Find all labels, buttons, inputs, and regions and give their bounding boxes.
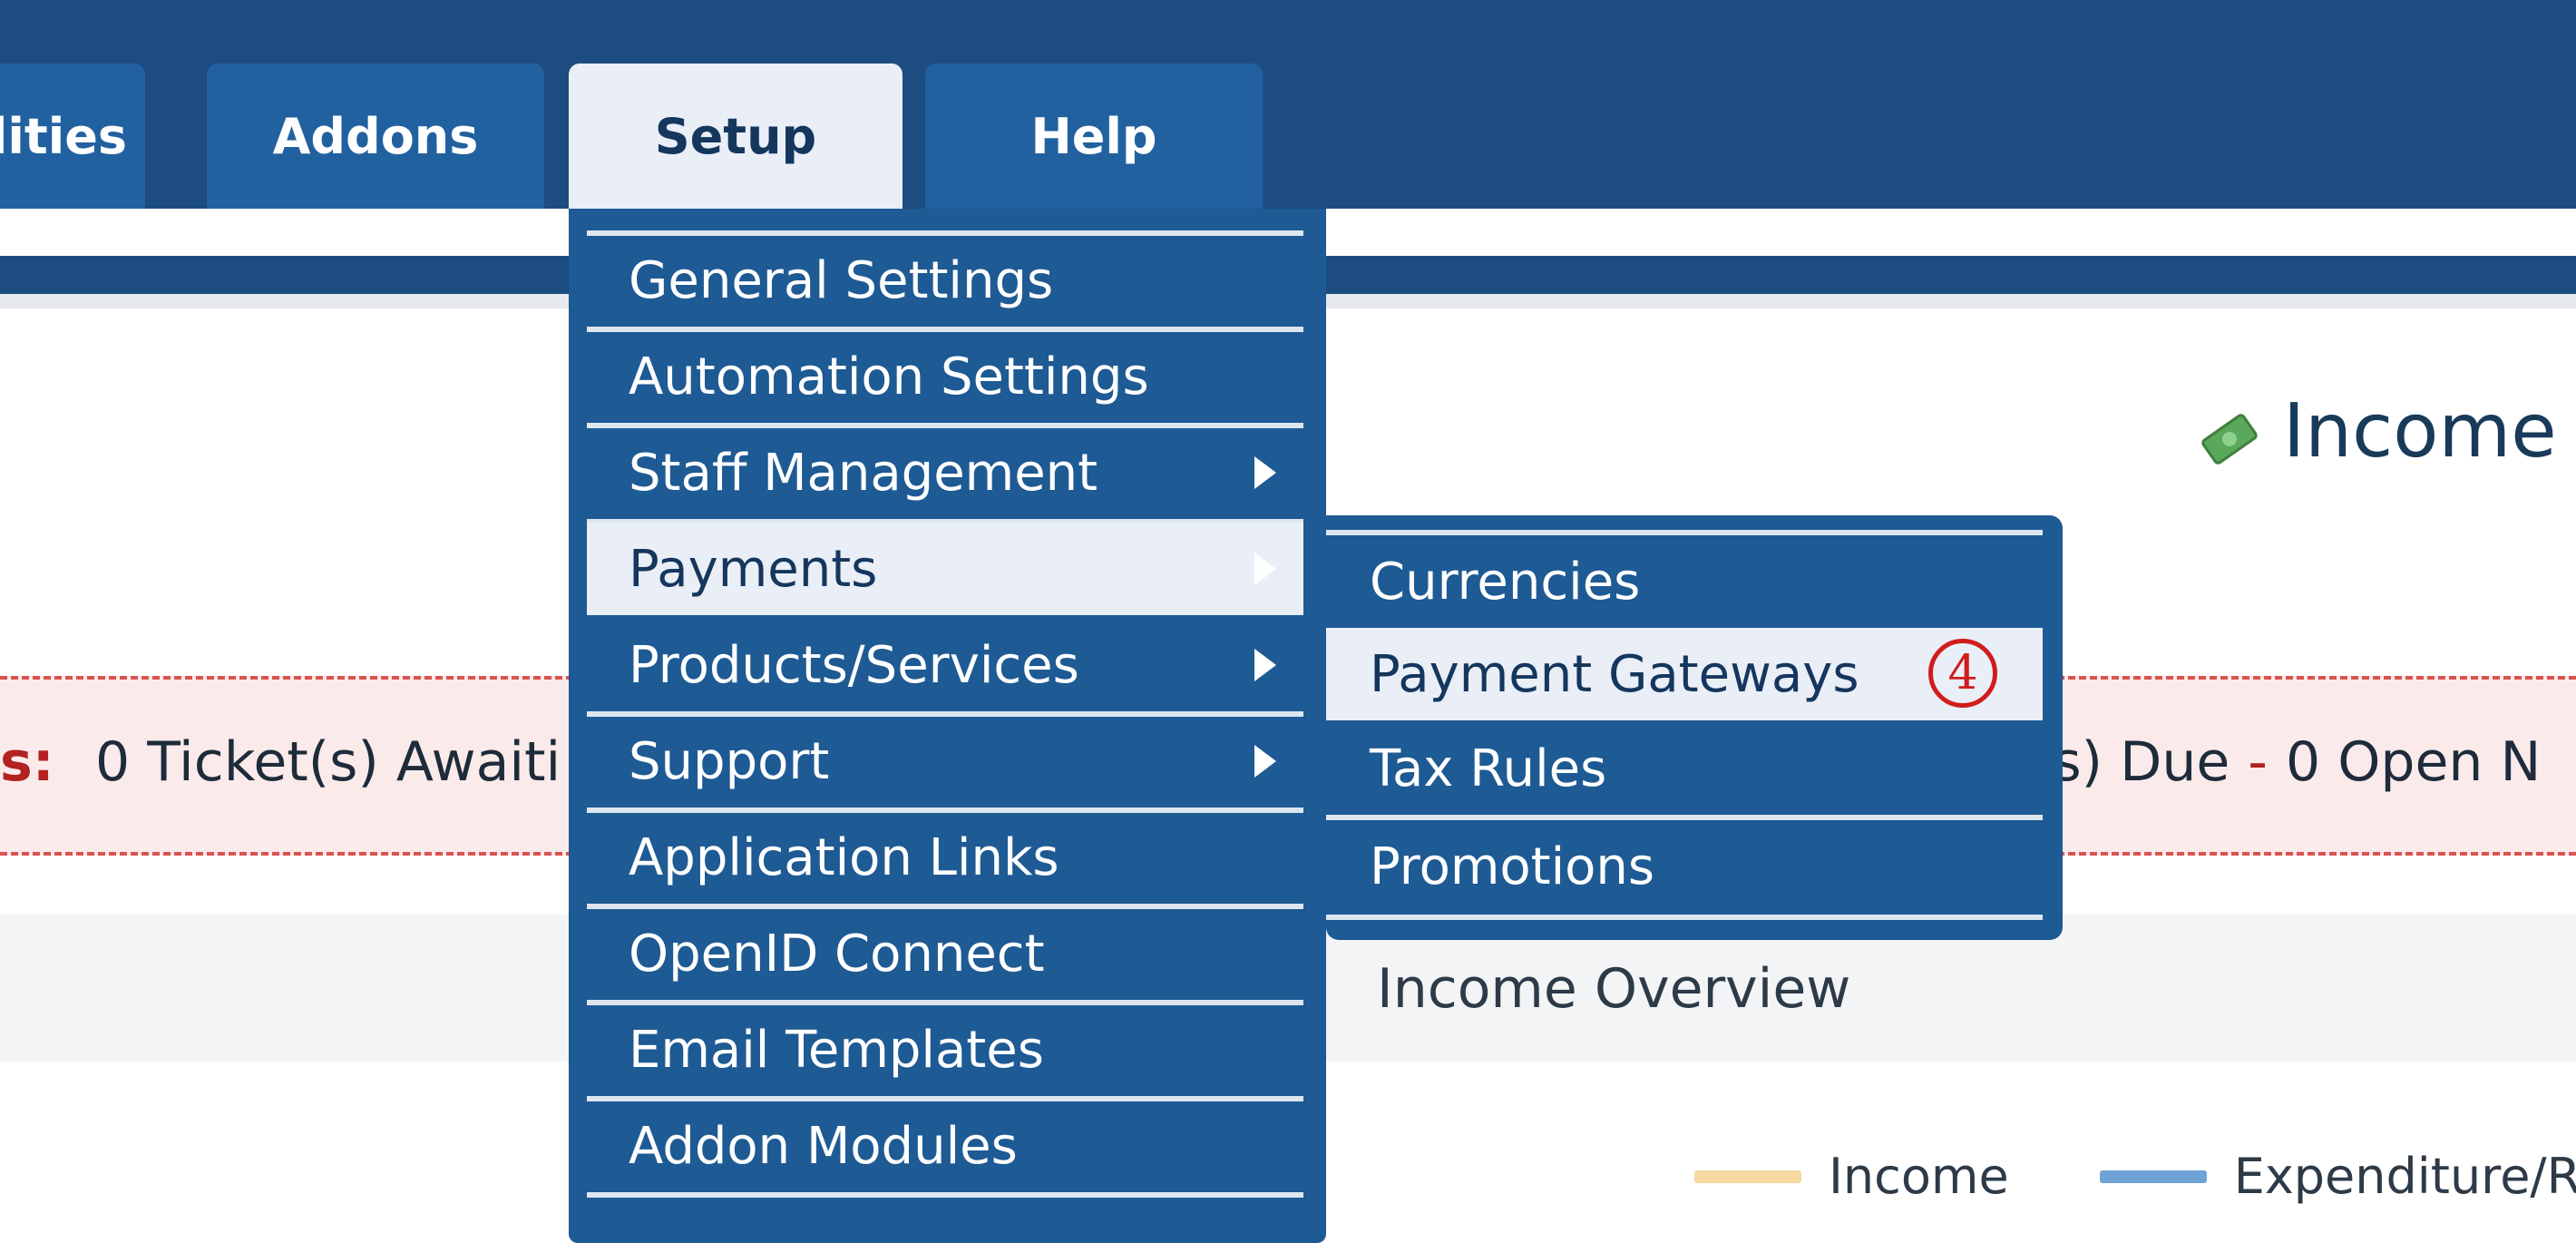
income-widget-heading: Income bbox=[2200, 381, 2557, 481]
chart-legend: Income Expenditure/R bbox=[1694, 1148, 2576, 1205]
menu-item-support[interactable]: Support bbox=[587, 715, 1303, 807]
submenu-item-currencies[interactable]: Currencies bbox=[1326, 535, 2043, 628]
menu-item-label: Payments bbox=[629, 539, 878, 599]
tab-help-label: Help bbox=[1030, 107, 1157, 165]
tab-help[interactable]: Help bbox=[925, 64, 1263, 209]
legend-swatch-income bbox=[1694, 1170, 1801, 1183]
submenu-item-label: Promotions bbox=[1370, 837, 1655, 896]
menu-item-payments[interactable]: Payments bbox=[587, 523, 1303, 615]
chevron-right-icon bbox=[1254, 456, 1276, 489]
alert-open-link[interactable]: 0 Open N bbox=[2286, 730, 2541, 794]
chevron-right-icon bbox=[1254, 553, 1276, 585]
legend-label-expenditure: Expenditure/R bbox=[2233, 1148, 2576, 1205]
tab-utilities-label: lities bbox=[0, 107, 127, 165]
alerts-label: s: bbox=[0, 730, 54, 794]
submenu-item-promotions[interactable]: Promotions bbox=[1326, 820, 2043, 913]
menu-item-label: Automation Settings bbox=[629, 347, 1149, 406]
income-overview-title: Income Overview bbox=[1377, 957, 1851, 1021]
money-icon bbox=[2200, 401, 2259, 465]
tab-setup[interactable]: Setup bbox=[569, 64, 903, 209]
menu-item-label: Addon Modules bbox=[629, 1116, 1018, 1176]
tab-addons-label: Addons bbox=[272, 107, 479, 165]
menu-item-general-settings[interactable]: General Settings bbox=[587, 234, 1303, 327]
chevron-right-icon bbox=[1254, 745, 1276, 778]
menu-item-staff-management[interactable]: Staff Management bbox=[587, 426, 1303, 519]
legend-item-income[interactable]: Income bbox=[1694, 1148, 2009, 1205]
menu-item-openid-connect[interactable]: OpenID Connect bbox=[587, 907, 1303, 1000]
legend-item-expenditure[interactable]: Expenditure/R bbox=[2099, 1148, 2576, 1205]
setup-dropdown-menu: General Settings Automation Settings Sta… bbox=[569, 209, 1326, 1243]
menu-item-application-links[interactable]: Application Links bbox=[587, 811, 1303, 904]
menu-divider bbox=[587, 1192, 1303, 1198]
payments-submenu: Currencies Payment Gateways 4 Tax Rules … bbox=[1326, 515, 2063, 940]
menu-item-label: Staff Management bbox=[629, 443, 1098, 503]
tab-utilities[interactable]: lities bbox=[0, 64, 145, 209]
submenu-item-label: Payment Gateways bbox=[1370, 644, 1859, 704]
menu-item-label: Email Templates bbox=[629, 1020, 1044, 1080]
alert-separator: - bbox=[2248, 730, 2268, 794]
alert-right-text: (s) Due -0 Open N bbox=[2032, 730, 2541, 794]
step-number-badge: 4 bbox=[1928, 639, 1997, 708]
menu-divider bbox=[1326, 915, 2043, 920]
menu-item-label: OpenID Connect bbox=[629, 924, 1045, 984]
menu-item-label: Products/Services bbox=[629, 635, 1079, 695]
menu-item-addon-modules[interactable]: Addon Modules bbox=[587, 1100, 1303, 1192]
chevron-right-icon bbox=[1254, 649, 1276, 681]
submenu-item-tax-rules[interactable]: Tax Rules bbox=[1326, 722, 2043, 815]
income-title: Income bbox=[2283, 387, 2557, 475]
menu-item-products-services[interactable]: Products/Services bbox=[587, 619, 1303, 711]
menu-item-label: Support bbox=[629, 731, 830, 791]
menu-item-automation-settings[interactable]: Automation Settings bbox=[587, 330, 1303, 423]
menu-item-label: General Settings bbox=[629, 250, 1054, 310]
menu-item-label: Application Links bbox=[629, 827, 1059, 887]
submenu-item-label: Currencies bbox=[1370, 552, 1641, 612]
submenu-item-label: Tax Rules bbox=[1370, 739, 1607, 798]
menu-item-email-templates[interactable]: Email Templates bbox=[587, 1003, 1303, 1096]
tab-setup-label: Setup bbox=[654, 107, 817, 165]
legend-label-income: Income bbox=[1829, 1148, 2009, 1205]
alert-tickets-awaiting-link[interactable]: 0 Ticket(s) Awaiti bbox=[95, 730, 561, 794]
tab-addons[interactable]: Addons bbox=[207, 64, 544, 209]
legend-swatch-expenditure bbox=[2099, 1170, 2207, 1183]
submenu-item-payment-gateways[interactable]: Payment Gateways 4 bbox=[1326, 628, 2043, 720]
